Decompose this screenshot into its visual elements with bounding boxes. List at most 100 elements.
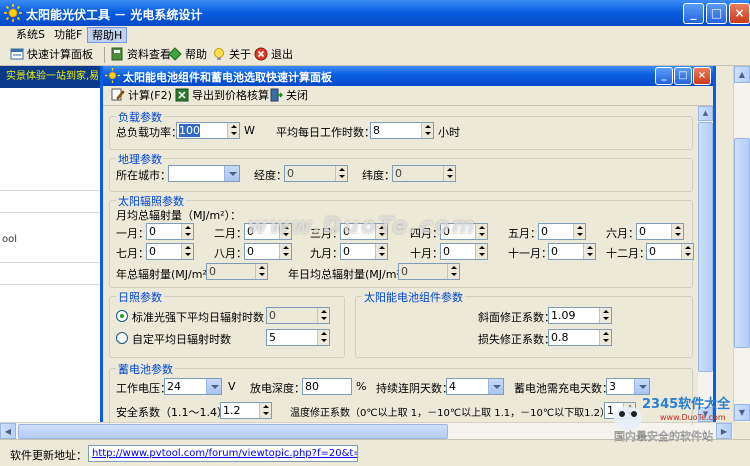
minimize-button[interactable]: _ (683, 3, 704, 24)
calculate-button[interactable]: 计算(F2) (111, 88, 172, 104)
calc-form: 负载参数 总负载功率： 100 W 平均每日工作时数： 8 小时 地理参数 所在… (103, 106, 713, 426)
quick-calc-button[interactable]: 快速计算面板 (10, 46, 93, 64)
month-radiation-input[interactable]: 0 (636, 223, 684, 240)
spin-arrows-icon[interactable] (259, 403, 271, 418)
spin-arrows-icon[interactable] (681, 244, 693, 259)
spin-arrows-icon[interactable] (227, 123, 239, 138)
spin-arrows-icon[interactable] (421, 123, 433, 138)
spin-arrows-icon[interactable] (443, 166, 455, 181)
month-label: 十一月： (508, 247, 552, 260)
toolbar-separator (104, 47, 105, 63)
bulb-icon (214, 48, 224, 60)
child-toolbar: 计算(F2) 导出到价格核算 关闭 (103, 86, 713, 106)
month-radiation-input[interactable]: 0 (440, 243, 488, 260)
spin-arrows-icon[interactable] (279, 244, 291, 259)
cloudy-days-select[interactable]: 4 (446, 378, 504, 395)
export-price-button[interactable]: 导出到价格核算 (175, 88, 269, 104)
scroll-thumb[interactable] (734, 138, 750, 348)
dropdown-arrow-icon[interactable] (206, 379, 221, 394)
maximize-button[interactable]: □ (706, 3, 727, 24)
city-select[interactable] (168, 165, 240, 182)
spin-arrows-icon[interactable] (599, 330, 611, 345)
scroll-up-arrow-icon[interactable]: ▲ (698, 106, 713, 121)
safety-factor-input[interactable]: 1.2 (220, 402, 272, 419)
longitude-input[interactable]: 0 (284, 165, 348, 182)
main-vertical-scrollbar[interactable]: ▲ ▼ (733, 66, 750, 422)
child-close-button[interactable]: × (693, 67, 711, 85)
voltage-unit: V (228, 380, 236, 393)
custom-hours-input[interactable]: 5 (266, 329, 330, 346)
monthly-radiation-label: 月均总辐射量（MJ/m²）： (116, 209, 242, 222)
spin-arrows-icon[interactable] (181, 244, 193, 259)
daily-avg-radiation-input[interactable]: 0 (398, 263, 460, 280)
month-radiation-input[interactable]: 0 (146, 223, 194, 240)
spin-arrows-icon[interactable] (255, 264, 267, 279)
help-button[interactable]: 帮助 (168, 46, 207, 64)
tilt-factor-label: 斜面修正系数： (478, 311, 555, 324)
spin-arrows-icon[interactable] (671, 224, 683, 239)
close-button[interactable]: × (729, 3, 750, 24)
dropdown-arrow-icon[interactable] (488, 379, 503, 394)
menu-help[interactable]: 帮助H (87, 27, 128, 43)
month-radiation-input[interactable]: 0 (146, 243, 194, 260)
month-radiation-input[interactable]: 0 (646, 243, 694, 260)
standard-hours-radio[interactable] (116, 310, 128, 322)
month-radiation-input[interactable]: 0 (538, 223, 586, 240)
month-radiation-input[interactable]: 0 (244, 243, 292, 260)
spin-arrows-icon[interactable] (181, 224, 193, 239)
scroll-up-arrow-icon[interactable]: ▲ (734, 66, 750, 83)
watermark-slogan: 国内最安全的软件站 (614, 429, 713, 443)
scroll-thumb[interactable] (698, 122, 713, 372)
menu-function[interactable]: 功能F (50, 27, 86, 43)
month-label: 九月： (310, 247, 343, 260)
main-content-area: 实景体验一站到家,易 ool (0, 66, 100, 422)
spin-arrows-icon[interactable] (317, 330, 329, 345)
total-power-input[interactable]: 100 (176, 122, 240, 139)
spin-arrows-icon[interactable] (335, 166, 347, 181)
loss-factor-input[interactable]: 0.8 (548, 329, 612, 346)
month-label: 一月： (116, 227, 149, 240)
latitude-input[interactable]: 0 (392, 165, 456, 182)
child-maximize-button[interactable]: □ (674, 67, 692, 85)
battery-params-legend: 蓄电池参数 (116, 361, 175, 377)
update-url-link[interactable]: http://www.pvtool.com/forum/viewtopic.ph… (88, 445, 358, 462)
month-label: 六月： (606, 227, 639, 240)
spin-arrows-icon[interactable] (475, 244, 487, 259)
spin-arrows-icon[interactable] (583, 244, 595, 259)
dropdown-arrow-icon[interactable] (224, 166, 239, 181)
main-title-bar: 太阳能光伏工具 － 光电系统设计 _ □ × (0, 0, 750, 26)
child-close-toolbar-button[interactable]: 关闭 (269, 88, 308, 104)
scroll-left-arrow-icon[interactable]: ◀ (0, 423, 16, 439)
voltage-select[interactable]: 24 (164, 378, 222, 395)
exit-button[interactable]: 退出 (254, 46, 293, 64)
sunshine-params-group: 日照参数 标准光强下平均日辐射时数 0 自定平均日辐射时数 5 (109, 289, 345, 358)
exit-icon (254, 47, 268, 61)
annual-radiation-input[interactable]: 0 (206, 263, 268, 280)
menu-system[interactable]: 系统S (12, 27, 49, 43)
form-vertical-scrollbar[interactable]: ▲ ▼ (698, 106, 713, 422)
help-icon (168, 47, 182, 61)
spin-arrows-icon[interactable] (447, 264, 459, 279)
tilt-factor-input[interactable]: 1.09 (548, 307, 612, 324)
child-minimize-button[interactable]: _ (655, 67, 673, 85)
spin-arrows-icon[interactable] (317, 308, 329, 323)
spin-arrows-icon[interactable] (599, 308, 611, 323)
daily-hours-label: 平均每日工作时数： (276, 126, 375, 139)
book-icon (111, 47, 123, 61)
scroll-thumb[interactable] (18, 424, 448, 439)
geo-params-legend: 地理参数 (116, 151, 164, 167)
custom-hours-label: 自定平均日辐射时数 (132, 333, 231, 346)
watermark-site: www.DuoTe.com (660, 413, 726, 422)
daily-hours-input[interactable]: 8 (370, 122, 434, 139)
month-radiation-input[interactable]: 0 (548, 243, 596, 260)
month-label: 十二月： (606, 247, 650, 260)
month-label: 二月： (214, 227, 247, 240)
spin-arrows-icon[interactable] (375, 244, 387, 259)
about-button[interactable]: 关于 (212, 46, 251, 64)
dod-unit: % (356, 380, 367, 393)
spin-arrows-icon[interactable] (573, 224, 585, 239)
custom-hours-radio[interactable] (116, 332, 128, 344)
standard-hours-input[interactable]: 0 (266, 307, 330, 324)
month-radiation-input[interactable]: 0 (340, 243, 388, 260)
dod-input[interactable]: 80 (302, 378, 352, 395)
